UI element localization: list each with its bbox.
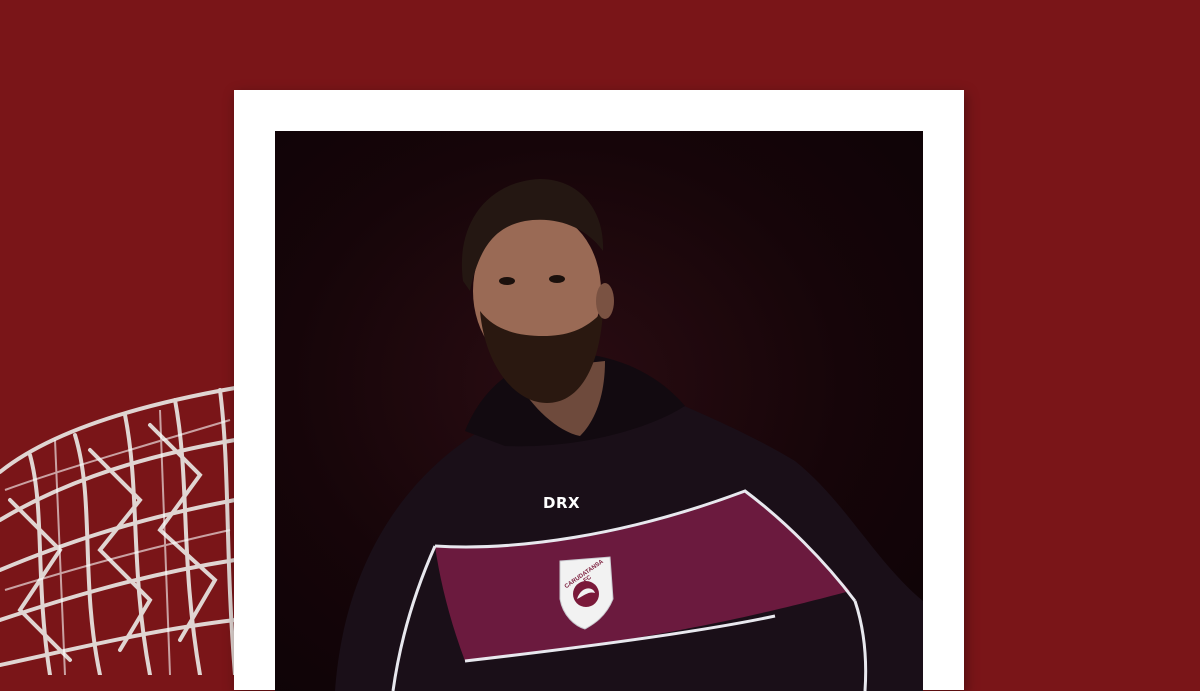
player-photo: DRX CARUDATANSA FC — [275, 131, 923, 691]
photo-frame: DRX CARUDATANSA FC — [234, 90, 964, 691]
jersey-brand: DRX — [543, 494, 581, 512]
player-figure — [335, 179, 923, 691]
goal-net-graphic — [0, 386, 237, 675]
poster-canvas: DRX CARUDATANSA FC — [0, 0, 1200, 691]
